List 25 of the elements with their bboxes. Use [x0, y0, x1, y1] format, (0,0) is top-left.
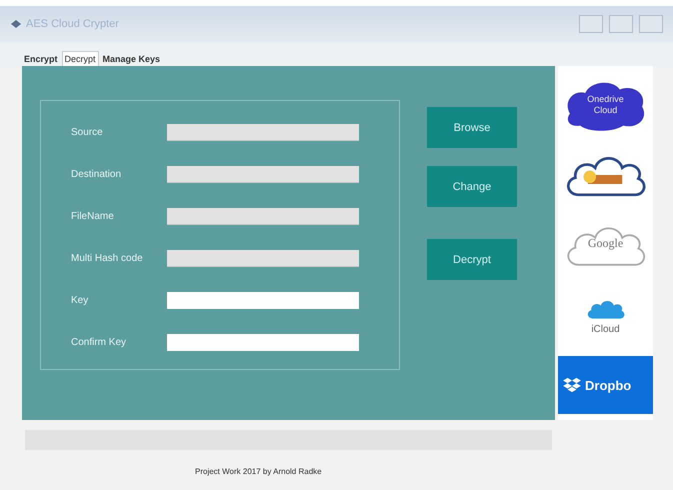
box-icon: [563, 377, 581, 393]
action-button[interactable]: Decrypt: [427, 239, 517, 280]
text-field[interactable]: [167, 334, 359, 350]
action-button[interactable]: Change: [427, 166, 517, 207]
field-label: Destination: [71, 168, 122, 180]
minimize-button[interactable]: [579, 15, 603, 33]
field-label: Confirm Key: [71, 336, 128, 348]
logo-text: Dropbo: [585, 378, 632, 392]
footer-text: Project Work 2017 by Arnold Radke: [195, 467, 322, 476]
maximize-button[interactable]: [609, 15, 633, 33]
field-label: Multi Hash code: [71, 252, 144, 264]
window-title: AES Cloud Crypter: [26, 18, 119, 30]
text-field[interactable]: [167, 292, 359, 308]
field-label: FileName: [71, 210, 115, 222]
tab[interactable]: Decrypt: [62, 51, 99, 66]
logo-text: Onedrive Cloud: [586, 94, 625, 116]
close-button[interactable]: [639, 15, 663, 33]
tab[interactable]: Manage Keys: [100, 52, 162, 66]
field-label: Source: [71, 126, 104, 138]
tab[interactable]: Encrypt: [22, 52, 60, 66]
app-icon: [10, 19, 22, 29]
logo-text: iCloud: [591, 324, 620, 334]
field-label: Key: [71, 294, 90, 306]
action-button[interactable]: Browse: [427, 107, 517, 148]
logo-text: Google: [588, 236, 624, 251]
